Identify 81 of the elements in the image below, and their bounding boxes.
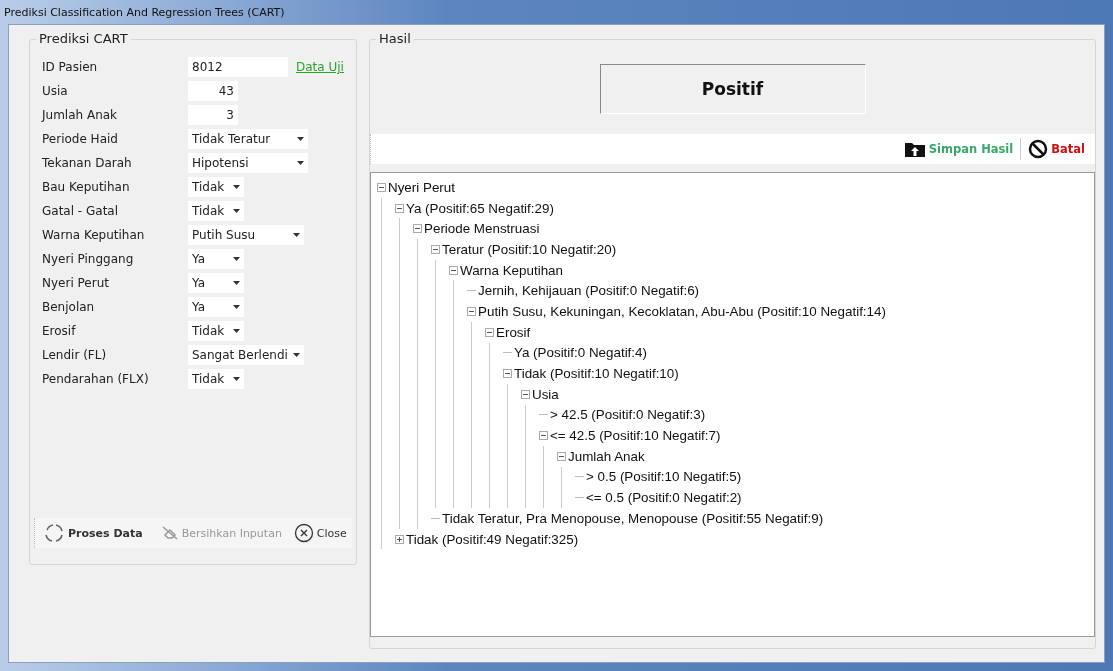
tree-node[interactable]: Ya (Positif:0 Negatif:4) <box>514 345 647 361</box>
caret-icon <box>233 377 240 381</box>
collapse-toggle[interactable] <box>485 327 494 337</box>
close-icon <box>293 523 314 543</box>
dropdown[interactable]: Tidak Teratur <box>188 129 308 149</box>
field-label: Tekanan Darah <box>41 156 133 170</box>
field-label: Lendir (FL) <box>41 348 108 362</box>
tree-node[interactable]: Teratur (Positif:10 Negatif:20) <box>442 241 617 257</box>
caret-icon <box>293 233 300 237</box>
caret-icon <box>233 281 240 285</box>
folder-upload-icon <box>903 140 926 158</box>
tree-node[interactable]: Tidak (Positif:10 Negatif:10) <box>514 366 679 382</box>
expand-toggle[interactable] <box>395 534 404 544</box>
caret-icon <box>293 353 300 357</box>
caret-icon <box>233 305 240 309</box>
collapse-toggle[interactable] <box>503 369 512 379</box>
field-label: Periode Haid <box>41 132 119 146</box>
collapse-toggle[interactable] <box>539 431 548 441</box>
dropdown[interactable]: Sangat Berlendi <box>188 345 304 365</box>
field-label: Bau Keputihan <box>41 180 131 194</box>
field-label: Jumlah Anak <box>40 108 119 122</box>
cancel-button[interactable]: Batal <box>1024 137 1089 161</box>
caret-icon <box>233 257 240 261</box>
field-label: Benjolan <box>41 300 96 314</box>
tree-node[interactable]: <= 42.5 (Positif:10 Negatif:7) <box>550 428 721 444</box>
tree-node[interactable]: Jernih, Kehijauan (Positif:0 Negatif:6) <box>478 283 700 299</box>
process-button[interactable]: Proses Data <box>39 520 147 546</box>
collapse-toggle[interactable] <box>557 451 566 461</box>
field-label: Warna Keputihan <box>41 228 146 242</box>
close-button[interactable]: Close <box>289 521 351 545</box>
input-field[interactable]: 8012 <box>188 57 288 77</box>
dropdown[interactable]: Tidak <box>188 201 244 221</box>
caret-icon <box>233 185 240 189</box>
caret-icon <box>297 161 304 165</box>
refresh-icon <box>43 522 65 544</box>
eraser-icon <box>160 525 179 541</box>
caret-icon <box>233 329 240 333</box>
dropdown[interactable]: Hipotensi <box>188 153 308 173</box>
input-field[interactable]: 43 <box>188 81 238 101</box>
field-label: Nyeri Pinggang <box>41 252 135 266</box>
result-display: Positif <box>599 64 866 114</box>
collapse-toggle[interactable] <box>467 306 476 316</box>
field-label: Nyeri Perut <box>41 276 110 290</box>
tree-node[interactable]: Periode Menstruasi <box>424 221 540 237</box>
tree-node[interactable]: Jumlah Anak <box>568 448 645 464</box>
dropdown[interactable]: Ya <box>188 273 244 293</box>
collapse-toggle[interactable] <box>395 203 404 213</box>
field-label: Erosif <box>41 324 77 338</box>
collapse-toggle[interactable] <box>377 182 386 192</box>
tree-node[interactable]: Erosif <box>496 324 531 340</box>
tree-node[interactable]: Tidak (Positif:49 Negatif:325) <box>406 531 579 547</box>
field-label: ID Pasien <box>41 60 99 74</box>
collapse-toggle[interactable] <box>413 224 422 234</box>
field-label: Pendarahan (FLX) <box>41 372 150 386</box>
group-title: Hasil <box>376 31 414 46</box>
caret-icon <box>233 209 240 213</box>
caret-icon <box>297 137 304 141</box>
dropdown[interactable]: Tidak <box>188 321 244 341</box>
field-label: Gatal - Gatal <box>41 204 120 218</box>
tree-node[interactable]: Putih Susu, Kekuningan, Kecoklatan, Abu-Abu (Positif:10 Negatif:14) <box>478 303 886 319</box>
tree-node[interactable]: Warna Keputihan <box>460 262 563 278</box>
dropdown[interactable]: Ya <box>188 249 244 269</box>
collapse-toggle[interactable] <box>521 389 530 399</box>
tree-node[interactable]: Ya (Positif:65 Negatif:29) <box>406 200 554 216</box>
collapse-toggle[interactable] <box>449 265 458 275</box>
group-title: Prediksi CART <box>36 31 131 46</box>
tree-node[interactable]: > 42.5 (Positif:0 Negatif:3) <box>550 407 706 423</box>
dropdown[interactable]: Putih Susu <box>188 225 304 245</box>
tree-node[interactable]: Tidak Teratur, Pra Menopouse, Menopouse (Positif:55 Negatif:9) <box>442 510 824 526</box>
collapse-toggle[interactable] <box>431 244 440 254</box>
window-title: Prediksi Classification And Regression Trees (CART) <box>4 4 286 21</box>
tree-node[interactable]: > 0.5 (Positif:10 Negatif:5) <box>586 469 742 485</box>
dropdown[interactable]: Ya <box>188 297 244 317</box>
tree-node[interactable]: <= 0.5 (Positif:0 Negatif:2) <box>586 490 742 506</box>
dropdown[interactable]: Tidak <box>188 177 244 197</box>
tree-node[interactable]: Usia <box>532 386 559 402</box>
cancel-icon <box>1028 139 1049 159</box>
tree-node[interactable]: Nyeri Perut <box>388 179 455 195</box>
dropdown[interactable]: Tidak <box>188 369 244 389</box>
input-field[interactable]: 3 <box>188 105 238 125</box>
field-label: Usia <box>41 84 69 98</box>
